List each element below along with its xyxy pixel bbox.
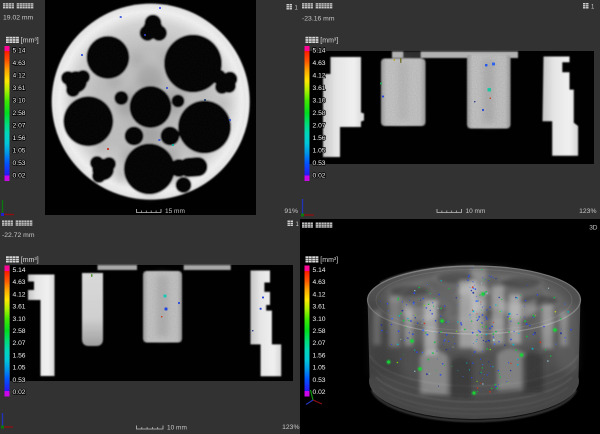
svg-text:5.14: 5.14	[313, 48, 326, 55]
svg-text:0.53: 0.53	[13, 377, 26, 384]
svg-text:2.58: 2.58	[313, 110, 326, 117]
svg-text:2.07: 2.07	[13, 123, 26, 130]
svg-text:1.05: 1.05	[313, 148, 326, 155]
svg-text:5.14: 5.14	[13, 267, 26, 274]
svg-text:0.02: 0.02	[13, 389, 26, 396]
svg-text:10 mm: 10 mm	[466, 208, 486, 215]
svg-text:4.12: 4.12	[313, 73, 326, 80]
svg-text:5.14: 5.14	[313, 267, 326, 274]
svg-text:3D: 3D	[589, 225, 598, 232]
svg-text:123%: 123%	[579, 208, 596, 215]
svg-text:2.58: 2.58	[13, 110, 26, 117]
svg-text:2.07: 2.07	[313, 123, 326, 130]
svg-text:3.61: 3.61	[313, 304, 326, 311]
svg-text:1.56: 1.56	[13, 135, 26, 142]
svg-text:3.61: 3.61	[313, 85, 326, 92]
svg-text:3.61: 3.61	[13, 85, 26, 92]
svg-text:4.12: 4.12	[313, 291, 326, 298]
svg-text:0.02: 0.02	[313, 173, 326, 180]
svg-text:4.63: 4.63	[313, 279, 326, 286]
svg-text:3.10: 3.10	[313, 316, 326, 323]
svg-text:4.63: 4.63	[313, 60, 326, 67]
svg-text:-22.72 mm: -22.72 mm	[2, 232, 35, 239]
svg-text:3.61: 3.61	[13, 304, 26, 311]
svg-text:2.07: 2.07	[313, 340, 326, 347]
svg-text:2.58: 2.58	[313, 328, 326, 335]
svg-text:123%: 123%	[282, 424, 299, 431]
svg-text:[mm³]: [mm³]	[21, 38, 39, 45]
svg-text:1.56: 1.56	[313, 135, 326, 142]
svg-text:4.63: 4.63	[13, 279, 26, 286]
svg-text:1.56: 1.56	[13, 352, 26, 359]
svg-text:[mm³]: [mm³]	[21, 257, 39, 264]
svg-text:3.10: 3.10	[313, 98, 326, 105]
svg-text:1.56: 1.56	[313, 352, 326, 359]
svg-text:4.63: 4.63	[13, 60, 26, 67]
svg-text:1.05: 1.05	[313, 365, 326, 372]
svg-text:3.10: 3.10	[13, 316, 26, 323]
svg-text:1.05: 1.05	[13, 148, 26, 155]
svg-text:19.02 mm: 19.02 mm	[3, 15, 34, 22]
svg-text:0.02: 0.02	[313, 389, 326, 396]
svg-text:10 mm: 10 mm	[167, 425, 187, 432]
svg-text:3.10: 3.10	[13, 98, 26, 105]
svg-text:5.14: 5.14	[13, 48, 26, 55]
svg-text:0.53: 0.53	[313, 377, 326, 384]
svg-text:[mm³]: [mm³]	[320, 38, 338, 45]
svg-text:1.05: 1.05	[13, 365, 26, 372]
svg-text:2.58: 2.58	[13, 328, 26, 335]
svg-text:4.12: 4.12	[13, 73, 26, 80]
svg-text:15 mm: 15 mm	[165, 208, 185, 215]
svg-text:0.02: 0.02	[13, 173, 26, 180]
svg-text:0.53: 0.53	[13, 160, 26, 167]
svg-text:-23.16 mm: -23.16 mm	[302, 16, 335, 23]
svg-text:2.07: 2.07	[13, 340, 26, 347]
svg-text:91%: 91%	[284, 208, 298, 215]
svg-text:4.12: 4.12	[13, 291, 26, 298]
svg-text:0.53: 0.53	[313, 160, 326, 167]
svg-text:[mm³]: [mm³]	[320, 257, 338, 264]
